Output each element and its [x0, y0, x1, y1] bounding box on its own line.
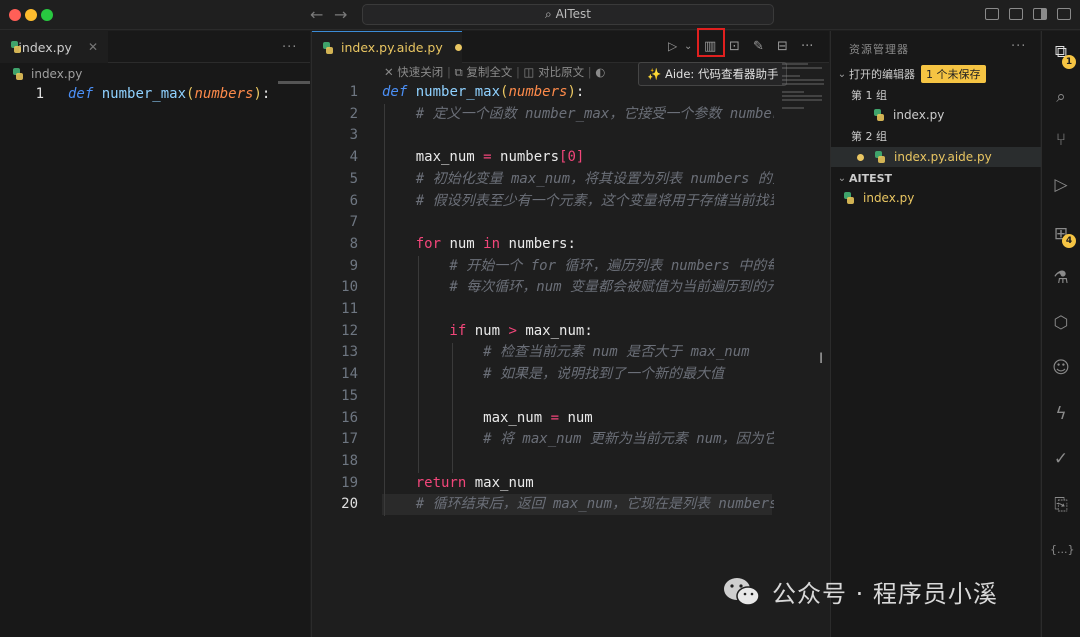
- explorer-badge: 1: [1062, 55, 1076, 69]
- code-line-4: max_num = numbers[0]: [382, 149, 585, 166]
- edit-icon[interactable]: ✎: [753, 39, 764, 54]
- toggle-sidebar-icon[interactable]: [985, 8, 999, 20]
- toggle-secondary-sidebar-icon[interactable]: [1033, 8, 1047, 20]
- code-line-12: if num > max_num:: [382, 322, 593, 339]
- python-file-icon: [843, 192, 855, 204]
- close-tab-icon[interactable]: ✕: [88, 40, 98, 54]
- watermark: 公众号 · 程序员小溪: [722, 574, 998, 609]
- code-line-14: # 如果是，说明找到了一个新的最大值: [382, 366, 725, 383]
- copilot-icon[interactable]: ☺: [1050, 357, 1072, 379]
- tab-index-py[interactable]: index.py ✕: [0, 31, 108, 63]
- code-line-2: # 定义一个函数 number_max，它接受一个参数 numbers: [382, 105, 774, 122]
- color-icon[interactable]: ◐: [595, 65, 605, 79]
- python-file-icon: [322, 41, 334, 54]
- extensions-badge: 4: [1062, 234, 1076, 248]
- code-line-17: # 将 max_num 更新为当前元素 num，因为它更大: [382, 431, 774, 448]
- left-tab-bar: index.py ✕ ···: [0, 31, 310, 63]
- text-cursor-icon: Ⅰ: [819, 351, 824, 367]
- split-editor-icon[interactable]: ⊟: [777, 39, 788, 54]
- tab-index-py-aide[interactable]: index.py.aide.py: [312, 31, 462, 63]
- explorer-panel: 资源管理器 ··· ⌄ 打开的编辑器 1 个未保存 第 1 组 index.py…: [830, 31, 1041, 637]
- code-line[interactable]: def number_max(numbers):: [68, 84, 270, 106]
- unsaved-dot: [857, 153, 864, 161]
- quick-close-button[interactable]: 快速关闭: [397, 65, 443, 79]
- left-editor-group: index.py ✕ ··· index.py 1 def number_max…: [0, 31, 310, 637]
- line-numbers: 1 2 3 4 5 6 7 8 9 10 11 12 13 14 15 16 1…: [341, 84, 358, 513]
- run-icon[interactable]: ▷: [668, 39, 677, 53]
- aide-editor-group: index.py.aide.py ▷ ⌄ ▥ ⊡ ✎ ⊟ ··· ✕ 快速关闭 …: [311, 28, 829, 637]
- close-window-button[interactable]: [9, 9, 21, 21]
- code-line-9: # 开始一个 for 循环，遍历列表 numbers 中的每一个元素: [449, 257, 774, 274]
- breadcrumb[interactable]: index.py: [12, 67, 82, 81]
- chevron-down-icon[interactable]: ⌄: [684, 41, 692, 52]
- minimap[interactable]: [782, 61, 826, 121]
- customize-layout-icon[interactable]: [1057, 8, 1071, 20]
- more-actions-icon[interactable]: ···: [801, 39, 813, 54]
- search-icon: ⌕: [545, 7, 556, 21]
- check-shield-icon[interactable]: ✓: [1050, 448, 1072, 470]
- aide-code[interactable]: def number_max(numbers): # 定义一个函数 number…: [382, 82, 774, 516]
- arrow-right-icon[interactable]: →: [334, 5, 347, 24]
- highlight-box: [697, 28, 725, 57]
- code-line-8: for num in numbers:: [382, 235, 576, 252]
- command-center-search[interactable]: ⌕ AITest: [362, 4, 774, 25]
- group-1-label: 第 1 组: [851, 89, 887, 102]
- toggle-panel-icon[interactable]: [1009, 8, 1023, 20]
- minimize-window-button[interactable]: [25, 9, 37, 21]
- open-editor-index-py-aide[interactable]: index.py.aide.py: [831, 147, 1041, 167]
- file-plugin-icon[interactable]: ⎘: [1050, 494, 1072, 516]
- more-actions-icon[interactable]: ···: [1011, 39, 1026, 54]
- code-line-20: # 循环结束后，返回 max_num，它现在是列表 numbers 中的最大值: [415, 496, 774, 513]
- group-2-label: 第 2 组: [851, 130, 887, 143]
- chevron-down-icon: ⌄: [837, 172, 847, 184]
- python-file-icon: [12, 68, 24, 80]
- chevron-down-icon: ⌄: [837, 68, 847, 80]
- python-file-icon: [873, 109, 885, 121]
- open-editors-section[interactable]: ⌄ 打开的编辑器 1 个未保存: [831, 64, 1041, 84]
- aide-action-bar: ✕ 快速关闭 | ⧉ 复制全文 | ◫ 对比原文 | ◐: [384, 65, 606, 79]
- code-line-5: # 初始化变量 max_num，将其设置为列表 numbers 的第一个元素: [415, 170, 774, 187]
- arrow-left-icon[interactable]: ←: [310, 5, 323, 24]
- copy-all-button[interactable]: 复制全文: [466, 65, 512, 79]
- unsaved-dot: [454, 44, 462, 51]
- source-control-icon[interactable]: ⑂: [1050, 129, 1072, 151]
- run-debug-icon[interactable]: ▷: [1050, 174, 1072, 196]
- json-icon[interactable]: {...}: [1050, 539, 1075, 561]
- more-actions-icon[interactable]: ···: [282, 40, 297, 55]
- compare-original-button[interactable]: 对比原文: [538, 65, 584, 79]
- unsaved-badge: 1 个未保存: [921, 65, 986, 83]
- search-icon[interactable]: ⌕: [1050, 86, 1072, 108]
- compare-icon[interactable]: ◫: [524, 65, 539, 79]
- aide-file-icon[interactable]: ⊡: [729, 39, 740, 54]
- code-line-6: # 假设列表至少有一个元素，这个变量将用于存储当前找到的最大值: [415, 192, 774, 209]
- activity-bar: ⧉ 1 ⌕ ⑂ ▷ ⊞ 4 ⚗ ⬡ ☺ ϟ ✓ ⎘ {...}: [1041, 31, 1080, 637]
- folder-aitest[interactable]: ⌄ AITEST: [831, 168, 1041, 188]
- line-number: 1: [35, 86, 44, 102]
- title-bar: ← → ⌕ AITest: [0, 0, 1080, 30]
- remote-icon[interactable]: ⬡: [1050, 312, 1072, 334]
- code-line-16: max_num = num: [382, 409, 593, 426]
- zoom-window-button[interactable]: [41, 9, 53, 21]
- testing-icon[interactable]: ⚗: [1050, 267, 1072, 289]
- code-line-19: return max_num: [382, 474, 534, 491]
- code-line-10: # 每次循环，num 变量都会被赋值为当前遍历到的元素: [382, 279, 774, 296]
- copy-icon[interactable]: ⧉: [454, 65, 466, 79]
- code-line-13: # 检查当前元素 num 是否大于 max_num: [382, 344, 750, 361]
- mid-tab-bar: index.py.aide.py ▷ ⌄ ▥ ⊡ ✎ ⊟ ···: [312, 28, 829, 63]
- explorer-title: 资源管理器: [849, 43, 909, 56]
- file-index-py[interactable]: index.py: [831, 188, 1041, 208]
- lightning-icon[interactable]: ϟ: [1050, 403, 1072, 425]
- close-icon[interactable]: ✕: [384, 65, 397, 79]
- python-file-icon: [874, 151, 886, 163]
- wechat-icon: [722, 575, 762, 609]
- code-line-1: def number_max(numbers):: [382, 84, 585, 100]
- open-editor-index-py[interactable]: index.py: [831, 105, 1041, 125]
- minimap-marker: [278, 81, 310, 84]
- python-file-icon: [10, 41, 26, 53]
